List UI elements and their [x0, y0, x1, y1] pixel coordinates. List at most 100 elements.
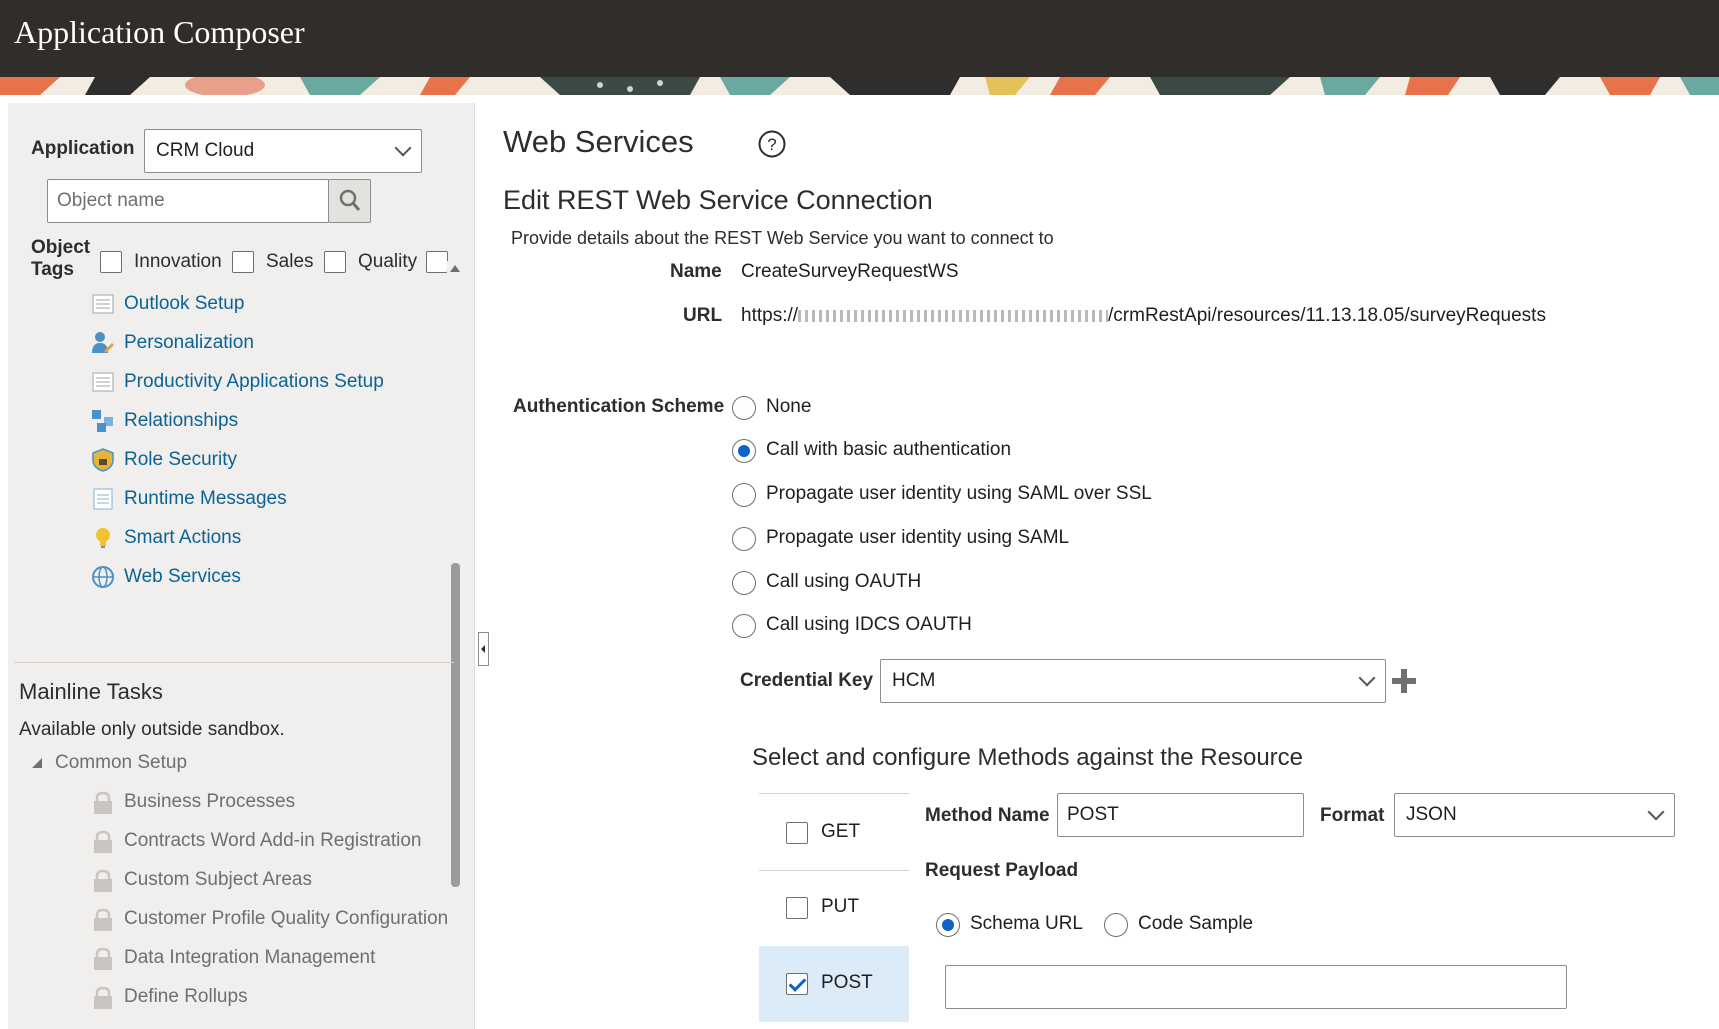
- help-icon[interactable]: ?: [757, 129, 787, 164]
- task-data-integration: Data Integration Management: [124, 947, 376, 968]
- method-put-label: PUT: [821, 896, 859, 917]
- list-icon: [91, 487, 115, 511]
- decorative-banner: [0, 77, 1719, 95]
- name-label: Name: [670, 261, 722, 282]
- auth-saml-label: Propagate user identity using SAML: [766, 527, 1070, 548]
- svg-text:?: ?: [767, 135, 776, 154]
- payload-schema-url-radio[interactable]: [936, 913, 960, 937]
- auth-basic-label: Call with basic authentication: [766, 439, 1012, 460]
- method-put-row[interactable]: PUT: [759, 871, 909, 946]
- page-title: Web Services: [503, 124, 694, 159]
- nav-outlook-setup[interactable]: Outlook Setup: [124, 293, 244, 315]
- relationships-icon: [91, 409, 115, 433]
- document-icon: [91, 292, 115, 316]
- panel-collapse-handle[interactable]: [478, 632, 489, 666]
- task-business-processes: Business Processes: [124, 791, 296, 812]
- name-value: CreateSurveyRequestWS: [741, 261, 959, 282]
- tag-innovation-checkbox[interactable]: [100, 251, 122, 273]
- tag-innovation-label: Innovation: [134, 251, 222, 272]
- auth-basic-radio[interactable]: [732, 439, 756, 463]
- task-customer-profile-quality: Customer Profile Quality Configuration: [124, 908, 449, 929]
- section-description: Provide details about the REST Web Servi…: [511, 228, 1054, 248]
- tag-quality-label: Quality: [358, 251, 418, 272]
- section-title: Edit REST Web Service Connection: [503, 185, 933, 215]
- mainline-note: Available only outside sandbox.: [19, 719, 285, 740]
- tag-sales-label: Sales: [266, 251, 314, 272]
- common-setup-label[interactable]: Common Setup: [55, 752, 187, 774]
- method-get-checkbox[interactable]: [786, 822, 808, 844]
- format-label: Format: [1320, 805, 1385, 826]
- tag-sales-checkbox[interactable]: [232, 251, 254, 273]
- auth-saml-radio[interactable]: [732, 527, 756, 551]
- chevron-down-icon: [1647, 803, 1665, 821]
- lock-icon: [92, 830, 114, 854]
- chevron-down-icon: [1358, 669, 1376, 687]
- payload-schema-url-label: Schema URL: [970, 913, 1083, 934]
- auth-oauth-label: Call using OAUTH: [766, 571, 922, 592]
- auth-none-radio[interactable]: [732, 396, 756, 420]
- shield-icon: [91, 448, 115, 472]
- auth-oauth-radio[interactable]: [732, 571, 756, 595]
- search-icon: [339, 189, 361, 211]
- nav-smart-actions[interactable]: Smart Actions: [124, 527, 241, 549]
- lightbulb-icon: [91, 526, 115, 550]
- method-post-row[interactable]: POST: [759, 946, 909, 1022]
- application-select[interactable]: CRM Cloud: [144, 129, 422, 173]
- auth-saml-ssl-radio[interactable]: [732, 483, 756, 507]
- app-title: Application Composer: [14, 14, 305, 50]
- collapse-triangle-icon[interactable]: [30, 756, 44, 775]
- scroll-up-icon: [450, 265, 460, 272]
- scrollbar-thumb[interactable]: [451, 563, 460, 887]
- top-bar: Application Composer: [0, 0, 1719, 77]
- method-get-label: GET: [821, 821, 861, 842]
- url-label: URL: [683, 305, 723, 326]
- add-credential-button[interactable]: [1391, 668, 1417, 699]
- task-custom-subject-areas: Custom Subject Areas: [124, 869, 312, 890]
- nav-personalization[interactable]: Personalization: [124, 332, 254, 354]
- url-redacted-host: [798, 309, 1109, 322]
- format-select[interactable]: JSON: [1394, 793, 1675, 837]
- search-button[interactable]: [328, 179, 371, 223]
- task-contracts-word-addin: Contracts Word Add-in Registration: [124, 830, 422, 851]
- credential-key-select[interactable]: HCM: [880, 659, 1386, 703]
- method-put-checkbox[interactable]: [786, 897, 808, 919]
- object-search-input[interactable]: Object name: [47, 179, 329, 223]
- auth-scheme-label: Authentication Scheme: [513, 396, 725, 417]
- method-name-input[interactable]: POST: [1057, 793, 1304, 837]
- lock-icon: [92, 986, 114, 1010]
- lock-icon: [92, 791, 114, 815]
- auth-saml-ssl-label: Propagate user identity using SAML over …: [766, 483, 1152, 504]
- payload-code-sample-radio[interactable]: [1104, 913, 1128, 937]
- document-icon: [91, 370, 115, 394]
- nav-web-services[interactable]: Web Services: [124, 566, 241, 588]
- sidebar: Application CRM Cloud Object name Object…: [8, 103, 475, 1029]
- auth-idcs-oauth-label: Call using IDCS OAUTH: [766, 614, 972, 635]
- method-name-label: Method Name: [925, 805, 1050, 826]
- chevron-left-icon: [481, 645, 485, 653]
- method-post-checkbox[interactable]: [786, 973, 808, 995]
- tag-quality-checkbox[interactable]: [324, 251, 346, 273]
- lock-icon: [92, 947, 114, 971]
- schema-url-input[interactable]: [945, 965, 1567, 1009]
- methods-title: Select and configure Methods against the…: [752, 744, 1304, 771]
- nav-role-security[interactable]: Role Security: [124, 449, 237, 471]
- sidebar-scrollbar[interactable]: [447, 261, 463, 887]
- payload-code-sample-label: Code Sample: [1138, 913, 1254, 934]
- url-value: https:// /crmRestApi/resources/11.13.18.0…: [741, 305, 1546, 327]
- method-get-row[interactable]: GET: [759, 794, 909, 869]
- nav-productivity-applications-setup[interactable]: Productivity Applications Setup: [124, 371, 384, 393]
- tag-more-checkbox[interactable]: [426, 251, 448, 273]
- nav-relationships[interactable]: Relationships: [124, 410, 238, 432]
- url-suffix: /crmRestApi/resources/11.13.18.05/survey…: [1108, 305, 1546, 326]
- lock-icon: [92, 908, 114, 932]
- url-prefix: https://: [741, 305, 799, 326]
- auth-idcs-oauth-radio[interactable]: [732, 614, 756, 638]
- object-tags-label: Object Tags: [31, 237, 91, 280]
- auth-none-label: None: [766, 396, 812, 417]
- plus-icon: [1392, 669, 1416, 693]
- lock-icon: [92, 869, 114, 893]
- globe-icon: [91, 565, 115, 589]
- nav-runtime-messages[interactable]: Runtime Messages: [124, 488, 287, 510]
- task-define-rollups: Define Rollups: [124, 986, 248, 1007]
- request-payload-label: Request Payload: [925, 860, 1079, 881]
